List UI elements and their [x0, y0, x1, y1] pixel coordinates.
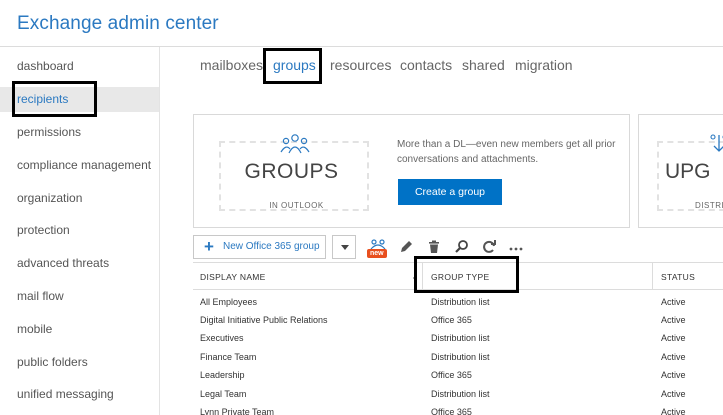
- row-group-type: Office 365: [431, 370, 472, 380]
- table-row[interactable]: Leadership Office 365 Active: [193, 367, 723, 385]
- column-divider: [422, 263, 423, 290]
- row-group-type: Distribution list: [431, 389, 490, 399]
- create-group-button[interactable]: Create a group: [398, 179, 502, 205]
- sidebar-item-public-folders[interactable]: public folders: [0, 350, 159, 375]
- row-display-name: Executives: [200, 333, 244, 343]
- tab-migration[interactable]: migration: [515, 57, 573, 73]
- refresh-icon[interactable]: [480, 238, 498, 256]
- row-display-name: Legal Team: [200, 389, 247, 399]
- search-icon[interactable]: [453, 238, 471, 256]
- column-header-status[interactable]: STATUS: [661, 272, 695, 282]
- tab-groups[interactable]: groups: [273, 57, 316, 73]
- table-row[interactable]: All Employees Distribution list Active: [193, 294, 723, 312]
- row-status: Active: [661, 407, 686, 415]
- row-status: Active: [661, 370, 686, 380]
- promo2-heading: UPG: [665, 160, 711, 183]
- row-group-type: Distribution list: [431, 297, 490, 307]
- sidebar-item-dashboard[interactable]: dashboard: [0, 54, 159, 79]
- row-status: Active: [661, 315, 686, 325]
- sidebar-item-organization[interactable]: organization: [0, 186, 159, 211]
- upgrade-promo-card: UPG DISTRI: [638, 114, 723, 228]
- row-display-name: Finance Team: [200, 352, 257, 362]
- table-row[interactable]: Lynn Private Team Office 365 Active: [193, 404, 723, 415]
- row-group-type: Office 365: [431, 315, 472, 325]
- tab-shared[interactable]: shared: [462, 57, 505, 73]
- row-status: Active: [661, 389, 686, 399]
- sidebar-item-protection[interactable]: protection: [0, 218, 159, 243]
- column-header-group-type[interactable]: GROUP TYPE: [431, 272, 489, 282]
- promo-subheading: IN OUTLOOK: [269, 201, 324, 210]
- sidebar-item-compliance-management[interactable]: compliance management: [0, 153, 159, 178]
- table-header: DISPLAY NAME GROUP TYPE STATUS: [193, 262, 723, 290]
- promo-description: More than a DL—even new members get all …: [397, 139, 616, 165]
- pencil-icon[interactable]: [397, 238, 415, 256]
- table-row[interactable]: Digital Initiative Public Relations Offi…: [193, 312, 723, 330]
- plus-icon: +: [204, 237, 214, 256]
- sort-arrow-icon[interactable]: [413, 274, 417, 282]
- row-status: Active: [661, 333, 686, 343]
- new-badge: new: [367, 249, 387, 258]
- tab-contacts[interactable]: contacts: [400, 57, 452, 73]
- people-icon: [280, 134, 310, 154]
- new-office365-group-label: New Office 365 group: [223, 241, 320, 252]
- row-group-type: Distribution list: [431, 352, 490, 362]
- sidebar-item-mail-flow[interactable]: mail flow: [0, 284, 159, 309]
- more-icon[interactable]: [507, 238, 525, 256]
- toolbar: + New Office 365 group new: [193, 235, 723, 261]
- row-display-name: Leadership: [200, 370, 245, 380]
- row-display-name: Digital Initiative Public Relations: [200, 315, 328, 325]
- sidebar: dashboard recipients permissions complia…: [0, 47, 160, 415]
- sidebar-item-recipients[interactable]: recipients: [0, 87, 159, 112]
- sidebar-item-unified-messaging[interactable]: unified messaging: [0, 382, 159, 407]
- new-office365-group-button[interactable]: + New Office 365 group: [193, 235, 326, 259]
- sidebar-item-advanced-threats[interactable]: advanced threats: [0, 251, 159, 276]
- groups-promo-card: GROUPS IN OUTLOOK More than a DL—even ne…: [193, 114, 630, 228]
- column-divider: [652, 263, 653, 290]
- row-group-type: Office 365: [431, 407, 472, 415]
- tab-resources[interactable]: resources: [330, 57, 391, 73]
- new-dropdown-button[interactable]: [332, 235, 356, 259]
- sidebar-item-mobile[interactable]: mobile: [0, 317, 159, 342]
- row-group-type: Distribution list: [431, 333, 490, 343]
- sidebar-item-permissions[interactable]: permissions: [0, 120, 159, 145]
- promo-heading: GROUPS: [244, 160, 339, 183]
- column-header-display-name[interactable]: DISPLAY NAME: [200, 272, 266, 282]
- row-status: Active: [661, 352, 686, 362]
- table-row[interactable]: Finance Team Distribution list Active: [193, 349, 723, 367]
- trash-icon[interactable]: [425, 238, 443, 256]
- chevron-down-icon: [341, 245, 349, 250]
- table-row[interactable]: Executives Distribution list Active: [193, 330, 723, 348]
- row-display-name: All Employees: [200, 297, 258, 307]
- tab-mailboxes[interactable]: mailboxes: [200, 57, 263, 73]
- table-row[interactable]: Legal Team Distribution list Active: [193, 386, 723, 404]
- upgrade-arrow-icon: [710, 134, 723, 152]
- app-title: Exchange admin center: [17, 13, 219, 34]
- row-status: Active: [661, 297, 686, 307]
- row-display-name: Lynn Private Team: [200, 407, 275, 415]
- promo2-subheading: DISTRI: [695, 201, 723, 210]
